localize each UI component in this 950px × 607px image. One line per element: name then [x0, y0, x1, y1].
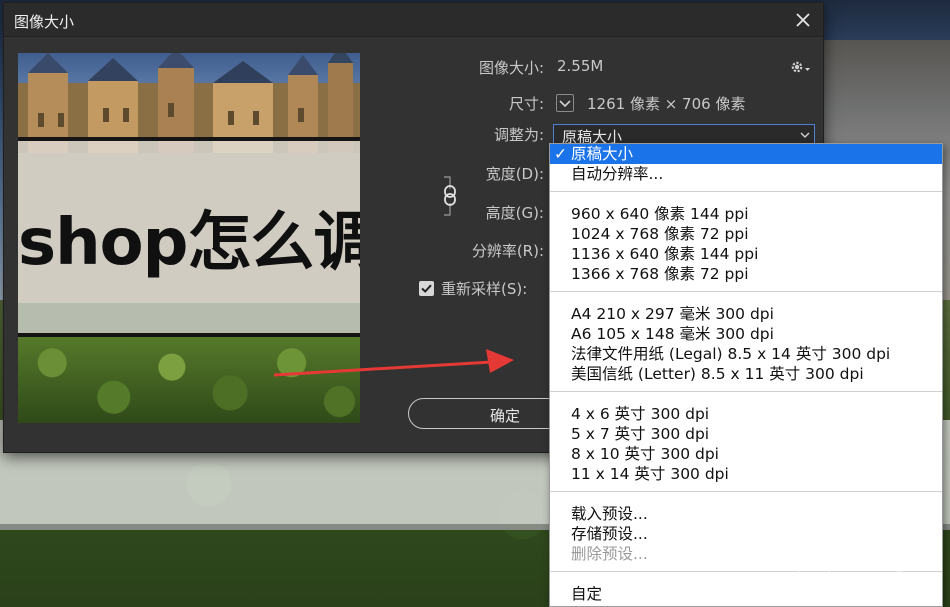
menu-item[interactable]: A6 105 x 148 毫米 300 dpi [550, 324, 942, 344]
resample-checkbox[interactable] [419, 281, 434, 296]
chevron-down-icon [559, 100, 571, 108]
gear-icon [791, 61, 810, 73]
menu-item-label: A6 105 x 148 毫米 300 dpi [571, 325, 774, 343]
menu-item[interactable]: 美国信纸 (Letter) 8.5 x 11 英寸 300 dpi [550, 364, 942, 384]
menu-item-label: 存储预设... [571, 525, 648, 543]
menu-item-label: 原稿大小 [571, 145, 634, 163]
menu-item[interactable]: 1136 x 640 像素 144 ppi [550, 244, 942, 264]
fit-to-label: 调整为: [493, 126, 544, 144]
menu-separator [550, 291, 942, 292]
menu-item-label: 自定 [571, 585, 603, 603]
menu-item-label: 法律文件用纸 (Legal) 8.5 x 14 英寸 300 dpi [571, 345, 891, 363]
menu-item[interactable]: ✓ 原稿大小 [550, 144, 942, 164]
menu-item-label: A4 210 x 297 毫米 300 dpi [571, 305, 774, 323]
menu-item[interactable]: A4 210 x 297 毫米 300 dpi [550, 304, 942, 324]
resample-label: 重新采样(S): [441, 280, 528, 298]
watermark-url: jingyan.baidu.com [733, 566, 881, 585]
menu-item[interactable]: 960 x 640 像素 144 ppi [550, 204, 942, 224]
close-button[interactable] [791, 8, 815, 32]
menu-item-label: 8 x 10 英寸 300 dpi [571, 445, 719, 463]
dimensions-label: 尺寸: [508, 95, 544, 113]
menu-item-label: 删除预设... [571, 545, 648, 563]
dialog-titlebar: 图像大小 [4, 3, 823, 37]
dimensions-units-toggle[interactable] [556, 94, 574, 112]
menu-item[interactable]: 1366 x 768 像素 72 ppi [550, 264, 942, 284]
menu-item[interactable]: 5 x 7 英寸 300 dpi [550, 424, 942, 444]
menu-item-label: 自动分辨率... [571, 165, 664, 183]
menu-item[interactable]: 法律文件用纸 (Legal) 8.5 x 14 英寸 300 dpi [550, 344, 942, 364]
constrain-proportions-button[interactable] [440, 171, 464, 221]
menu-item-label: 1366 x 768 像素 72 ppi [571, 265, 749, 283]
preview-band-top-edge [18, 137, 360, 141]
menu-item[interactable]: 1024 x 768 像素 72 ppi [550, 224, 942, 244]
dimensions-value: 1261 像素 × 706 像素 [587, 95, 746, 113]
menu-separator [550, 391, 942, 392]
menu-item[interactable]: 自动分辨率... [550, 164, 942, 184]
preview-overlay-text: shop怎么调 [18, 206, 360, 280]
menu-item-label: 1136 x 640 像素 144 ppi [571, 245, 759, 263]
menu-item-label: 美国信纸 (Letter) 8.5 x 11 英寸 300 dpi [571, 365, 864, 383]
menu-item[interactable]: 4 x 6 英寸 300 dpi [550, 404, 942, 424]
checkmark-icon [421, 284, 432, 293]
menu-separator [550, 491, 942, 492]
checkmark-icon: ✓ [554, 145, 567, 163]
resolution-label: 分辨率(R): [471, 242, 544, 260]
menu-item-label: 11 x 14 英寸 300 dpi [571, 465, 729, 483]
menu-item-label: 5 x 7 英寸 300 dpi [571, 425, 710, 443]
image-size-label: 图像大小: [478, 59, 544, 77]
menu-item[interactable]: 11 x 14 英寸 300 dpi [550, 464, 942, 484]
chain-link-icon [444, 176, 456, 216]
menu-separator [550, 191, 942, 192]
menu-item-label: 960 x 640 像素 144 ppi [571, 205, 749, 223]
menu-item[interactable]: 8 x 10 英寸 300 dpi [550, 444, 942, 464]
image-size-value: 2.55M [557, 57, 604, 75]
red-arrow-annotation [273, 349, 514, 377]
settings-button[interactable] [788, 58, 812, 76]
menu-item-label: 载入预设... [571, 505, 648, 523]
close-icon [796, 13, 810, 27]
dialog-title: 图像大小 [14, 13, 75, 31]
menu-item-label: 4 x 6 英寸 300 dpi [571, 405, 710, 423]
menu-item-label: 1024 x 768 像素 72 ppi [571, 225, 749, 243]
chevron-down-icon [800, 132, 810, 138]
